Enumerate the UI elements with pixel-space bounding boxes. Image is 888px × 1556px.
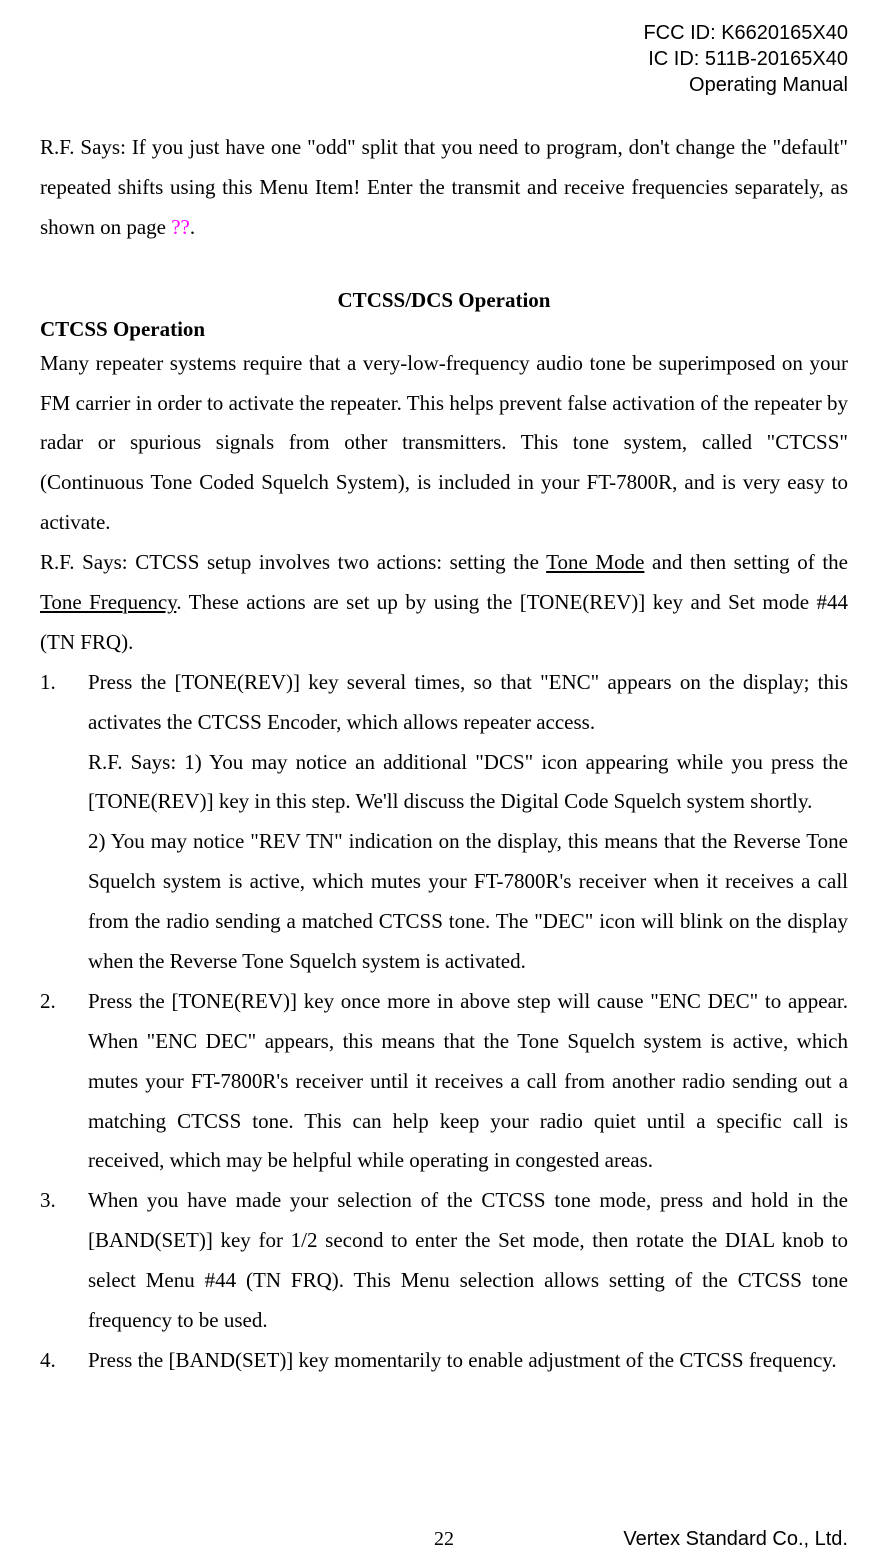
body-paragraph-1: Many repeater systems require that a ver… bbox=[40, 344, 848, 543]
header-fcc-id: FCC ID: K6620165X40 bbox=[40, 20, 848, 46]
page: FCC ID: K6620165X40 IC ID: 511B-20165X40… bbox=[0, 0, 888, 1556]
list-body-2: Press the [TONE(REV)] key once more in a… bbox=[88, 982, 848, 1181]
list-body-3: When you have made your selection of the… bbox=[88, 1181, 848, 1341]
list-item-1: 1. Press the [TONE(REV)] key several tim… bbox=[40, 663, 848, 982]
header-block: FCC ID: K6620165X40 IC ID: 511B-20165X40… bbox=[40, 20, 848, 98]
list-item-3: 3. When you have made your selection of … bbox=[40, 1181, 848, 1341]
body2-mid: and then setting of the bbox=[644, 550, 848, 574]
body2-tone-frequency: Tone Frequency bbox=[40, 590, 176, 614]
numbered-list: 1. Press the [TONE(REV)] key several tim… bbox=[40, 663, 848, 1381]
header-manual-title: Operating Manual bbox=[40, 72, 848, 98]
body2-pre: R.F. Says: CTCSS setup involves two acti… bbox=[40, 550, 546, 574]
section-title-ctcss-operation: CTCSS Operation bbox=[40, 317, 848, 342]
intro-text-3: . bbox=[190, 215, 195, 239]
footer-page-number: 22 bbox=[434, 1528, 454, 1551]
list-1-line-b: R.F. Says: 1) You may notice an addition… bbox=[88, 743, 848, 823]
body2-tone-mode: Tone Mode bbox=[546, 550, 644, 574]
header-ic-id: IC ID: 511B-20165X40 bbox=[40, 46, 848, 72]
intro-page-ref: ?? bbox=[171, 215, 190, 239]
list-number-2: 2. bbox=[40, 982, 88, 1022]
list-body-4: Press the [BAND(SET)] key momentarily to… bbox=[88, 1341, 848, 1381]
list-1-line-c: 2) You may notice "REV TN" indication on… bbox=[88, 822, 848, 982]
list-item-2: 2. Press the [TONE(REV)] key once more i… bbox=[40, 982, 848, 1181]
list-number-1: 1. bbox=[40, 663, 88, 703]
list-body-1: Press the [TONE(REV)] key several times,… bbox=[88, 663, 848, 982]
list-number-3: 3. bbox=[40, 1181, 88, 1221]
footer-company-name: Vertex Standard Co., Ltd. bbox=[623, 1528, 848, 1551]
body-paragraph-2: R.F. Says: CTCSS setup involves two acti… bbox=[40, 543, 848, 663]
intro-text-1: R.F. Says: If you just have one "odd" sp… bbox=[40, 135, 848, 239]
list-item-4: 4. Press the [BAND(SET)] key momentarily… bbox=[40, 1341, 848, 1381]
intro-paragraph: R.F. Says: If you just have one "odd" sp… bbox=[40, 128, 848, 248]
section-title-ctcss-dcs: CTCSS/DCS Operation bbox=[40, 288, 848, 313]
list-1-line-a: Press the [TONE(REV)] key several times,… bbox=[88, 663, 848, 743]
list-number-4: 4. bbox=[40, 1341, 88, 1381]
